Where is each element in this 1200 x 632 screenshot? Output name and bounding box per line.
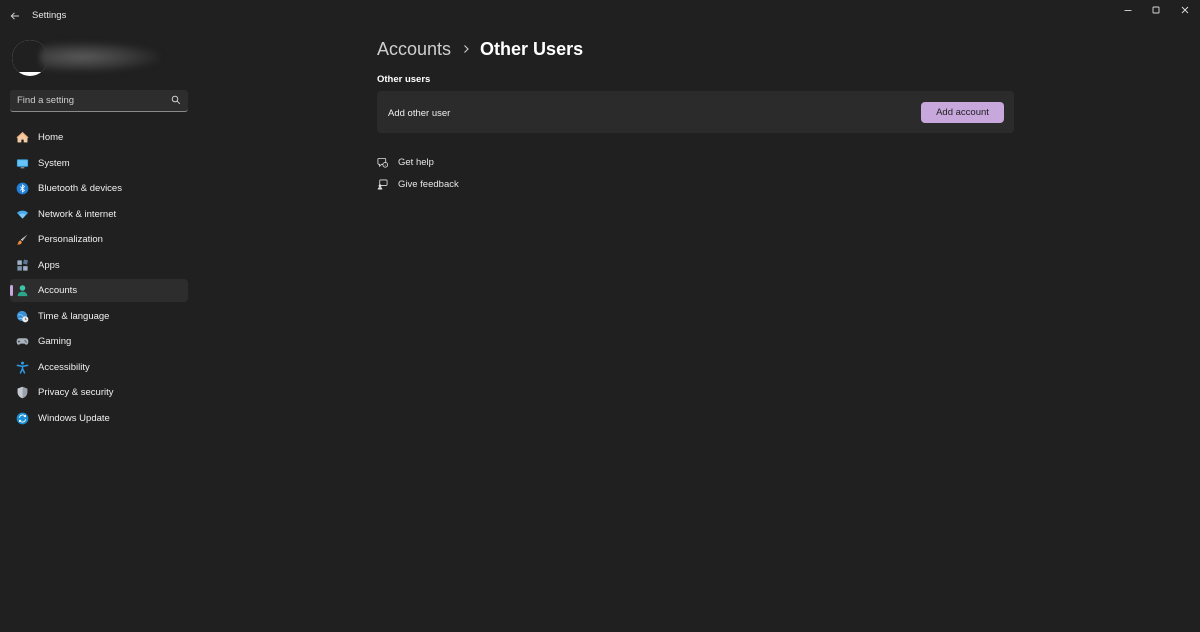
sidebar-item-label: Bluetooth & devices <box>38 183 122 194</box>
search-placeholder: Find a setting <box>17 95 75 106</box>
sidebar-item-label: Network & internet <box>38 208 117 220</box>
minimize-icon <box>1124 10 1132 11</box>
search-icon[interactable] <box>171 95 181 105</box>
section-title: Other users <box>377 74 431 85</box>
sidebar-item-system[interactable]: System <box>10 152 188 175</box>
breadcrumb: Accounts Other Users <box>377 37 583 61</box>
selection-indicator <box>10 285 13 296</box>
sidebar-item-windows-update[interactable]: Windows Update <box>10 407 188 430</box>
card-label: Add other user <box>388 108 451 119</box>
sidebar-item-personalization[interactable]: Personalization <box>10 228 188 251</box>
breadcrumb-chevron-icon <box>462 44 470 54</box>
sidebar-item-label: Gaming <box>38 336 72 347</box>
sidebar-item-label: Privacy & security <box>38 387 114 398</box>
sidebar-item-time-language[interactable]: Time & language <box>10 305 188 328</box>
sidebar-item-bluetooth[interactable]: Bluetooth & devices <box>10 177 188 200</box>
minimize-button[interactable] <box>1113 2 1143 18</box>
update-icon <box>16 412 29 424</box>
wifi-icon <box>16 210 29 219</box>
back-button[interactable] <box>6 8 24 24</box>
app-title: Settings <box>32 10 67 21</box>
sidebar-item-label: Personalization <box>38 234 103 245</box>
home-icon <box>16 131 29 143</box>
feedback-icon <box>377 179 388 190</box>
add-account-button[interactable]: Add account <box>921 102 1004 123</box>
give-feedback-label: Give feedback <box>398 178 459 190</box>
sidebar-item-label: Windows Update <box>38 412 110 424</box>
settings-window: Settings Find a setting Home System Blue… <box>0 0 1200 632</box>
title-bar: Settings <box>0 0 1200 32</box>
sidebar-item-home[interactable]: Home <box>10 126 188 149</box>
profile-name-blurred <box>40 42 160 72</box>
sidebar-item-label: Apps <box>38 259 60 271</box>
shield-icon <box>17 386 28 399</box>
page-title: Other Users <box>480 38 584 59</box>
maximize-button[interactable] <box>1141 2 1171 18</box>
sidebar-item-apps[interactable]: Apps <box>10 254 188 277</box>
globe-clock-icon <box>16 310 29 322</box>
gamepad-icon <box>16 338 29 345</box>
accessibility-icon <box>16 361 29 374</box>
give-feedback-link[interactable]: Give feedback <box>377 177 459 191</box>
sidebar-item-label: Accessibility <box>38 361 90 373</box>
sidebar-item-gaming[interactable]: Gaming <box>10 330 188 353</box>
breadcrumb-parent-link[interactable]: Accounts <box>377 39 451 60</box>
system-icon <box>16 158 29 168</box>
close-icon <box>1181 6 1189 14</box>
maximize-icon <box>1152 6 1160 14</box>
back-arrow-icon <box>10 12 19 20</box>
sidebar-nav: Home System Bluetooth & devices Network … <box>10 126 188 432</box>
sidebar-item-label: Accounts <box>38 285 78 296</box>
close-button[interactable] <box>1170 2 1200 18</box>
sidebar-item-label: Home <box>38 132 64 143</box>
person-icon <box>17 285 28 297</box>
bluetooth-icon <box>16 182 29 195</box>
sidebar-item-accounts[interactable]: Accounts <box>10 279 188 302</box>
sidebar-item-label: Time & language <box>38 310 110 322</box>
help-chat-icon <box>377 157 388 168</box>
get-help-link[interactable]: Get help <box>377 155 434 169</box>
sidebar-item-accessibility[interactable]: Accessibility <box>10 356 188 379</box>
brush-icon <box>16 234 28 245</box>
sidebar-item-network[interactable]: Network & internet <box>10 203 188 226</box>
sidebar-item-label: System <box>38 157 70 169</box>
get-help-label: Get help <box>398 156 434 168</box>
sidebar-item-privacy[interactable]: Privacy & security <box>10 381 188 404</box>
add-other-user-card: Add other user Add account <box>377 91 1014 133</box>
apps-icon <box>17 258 29 271</box>
search-input[interactable]: Find a setting <box>10 90 188 112</box>
